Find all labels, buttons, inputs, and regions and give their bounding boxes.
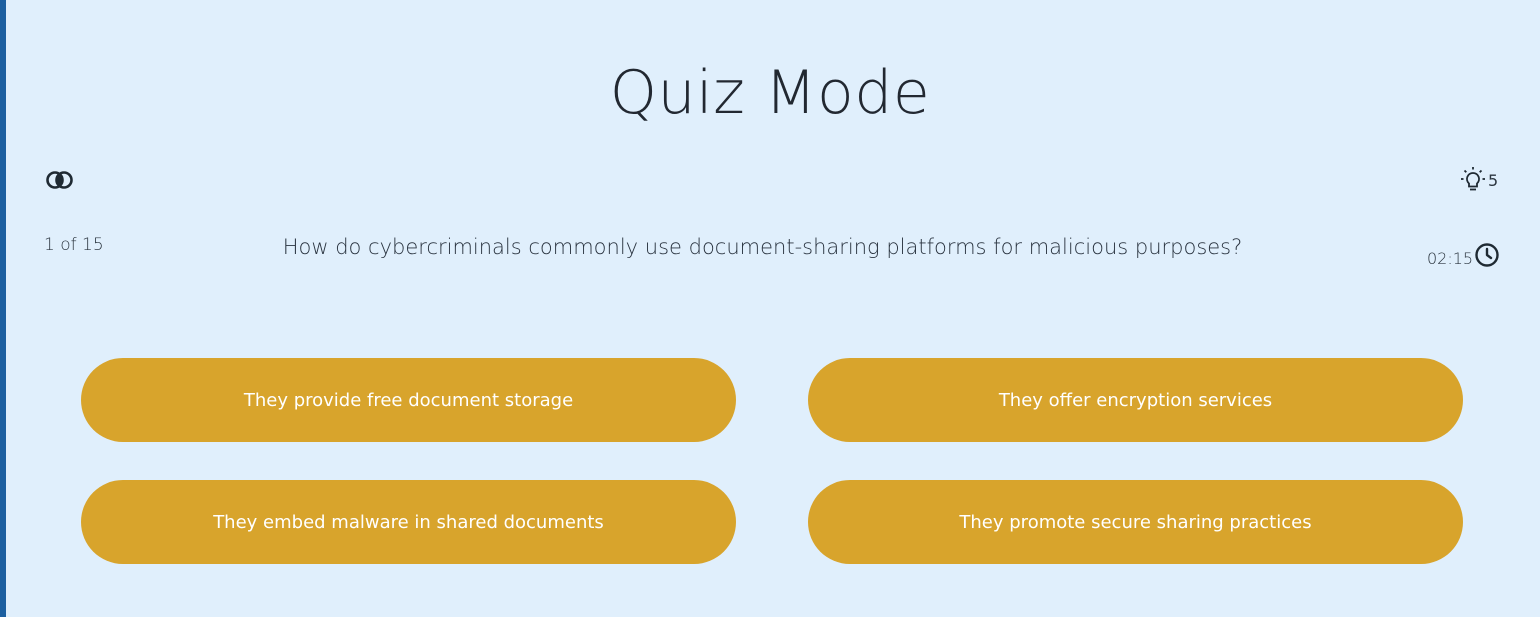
timer-text: 02:15	[1427, 248, 1474, 268]
timer: 02:15	[1427, 242, 1500, 268]
hint-count: 5	[1488, 170, 1499, 190]
answer-button-2[interactable]: They offer encryption services	[808, 358, 1463, 442]
lightbulb-icon	[1461, 167, 1485, 191]
answer-button-4[interactable]: They promote secure sharing practices	[808, 480, 1463, 564]
question-counter: 1 of 15	[44, 235, 104, 255]
overlap-circles-icon[interactable]	[46, 169, 74, 191]
answer-button-1[interactable]: They provide free document storage	[81, 358, 736, 442]
page-title: Quiz Mode	[609, 58, 931, 128]
hint-button[interactable]: 5	[1458, 166, 1498, 194]
clock-icon	[1475, 243, 1499, 267]
question-text: How do cybercriminals commonly use docum…	[282, 235, 1243, 259]
answer-button-3[interactable]: They embed malware in shared documents	[81, 480, 736, 564]
